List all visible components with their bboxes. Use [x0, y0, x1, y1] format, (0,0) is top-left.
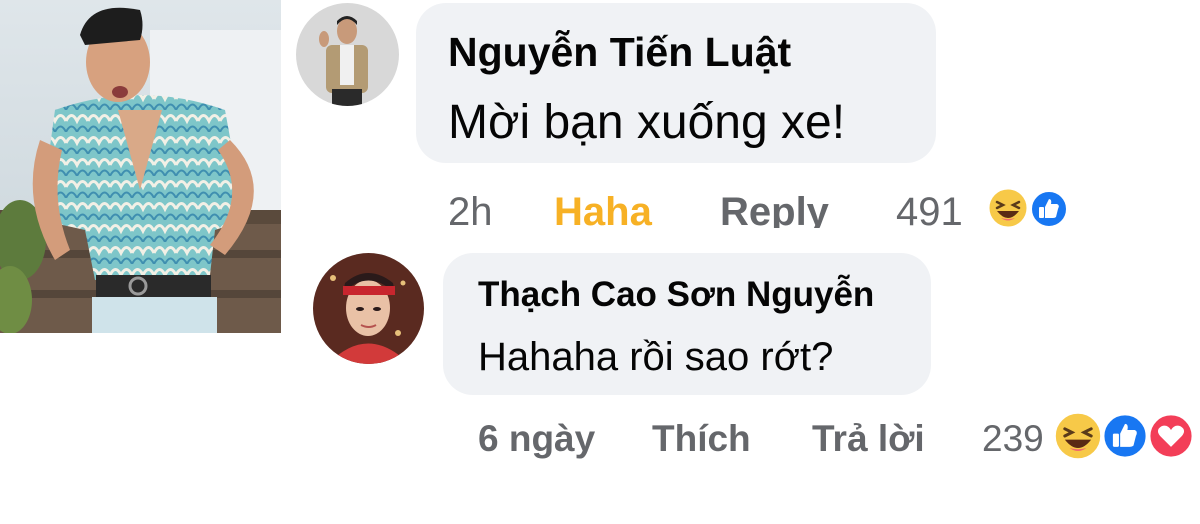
comment-text: Hahaha rồi sao rớt? — [478, 335, 834, 379]
comment-bubble: Nguyễn Tiến Luật Mời bạn xuống xe! — [416, 3, 936, 163]
comment-actions: 2h Haha Reply 491 — [448, 186, 1088, 228]
comment-screenshot: Nguyễn Tiến Luật Mời bạn xuống xe! 2h Ha… — [0, 0, 1200, 524]
comment-timestamp[interactable]: 2h — [448, 190, 493, 228]
reaction-count[interactable]: 239 — [982, 418, 1044, 460]
haha-icon — [1054, 412, 1102, 460]
avatar[interactable] — [296, 3, 399, 106]
reaction-button[interactable]: Haha — [554, 190, 652, 228]
comment-timestamp[interactable]: 6 ngày — [478, 418, 595, 460]
comment-author[interactable]: Nguyễn Tiến Luật — [448, 29, 791, 76]
like-button[interactable]: Thích — [652, 418, 751, 460]
love-icon — [1148, 413, 1194, 459]
comment-actions: 6 ngày Thích Trả lời 239 — [478, 412, 1200, 462]
like-icon — [1030, 190, 1068, 228]
comment-text: Mời bạn xuống xe! — [448, 96, 846, 149]
man-photo — [0, 0, 281, 333]
comment-bubble: Thạch Cao Sơn Nguyễn Hahaha rồi sao rớt? — [443, 253, 931, 395]
haha-icon — [988, 188, 1028, 228]
comment-author[interactable]: Thạch Cao Sơn Nguyễn — [478, 275, 874, 315]
reaction-count[interactable]: 491 — [896, 190, 963, 228]
like-icon — [1102, 413, 1148, 459]
avatar[interactable] — [313, 253, 424, 364]
reply-button[interactable]: Reply — [720, 190, 829, 228]
reply-button[interactable]: Trả lời — [812, 418, 925, 460]
